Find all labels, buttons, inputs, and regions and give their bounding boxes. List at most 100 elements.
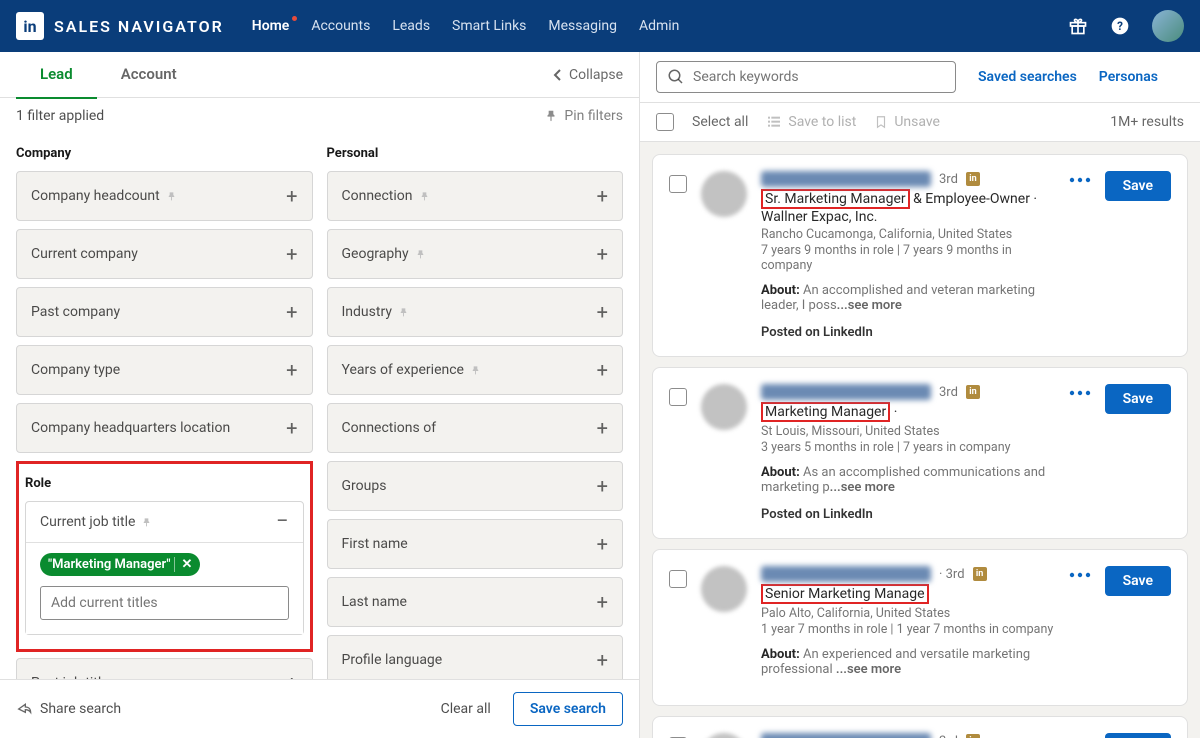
filter-item[interactable]: Connection+ bbox=[327, 171, 624, 221]
expand-icon: + bbox=[597, 416, 608, 440]
share-search-button[interactable]: Share search bbox=[16, 701, 121, 717]
unsave-label: Unsave bbox=[894, 114, 940, 130]
nav-messaging[interactable]: Messaging bbox=[548, 18, 617, 34]
pin-icon bbox=[419, 191, 431, 202]
posted-label[interactable]: Posted on LinkedIn bbox=[761, 507, 1055, 522]
connection-degree: 3rd bbox=[939, 385, 958, 400]
search-input[interactable] bbox=[693, 69, 945, 85]
result-location: St Louis, Missouri, United States bbox=[761, 424, 1055, 439]
collapse-button[interactable]: Collapse bbox=[553, 67, 623, 83]
result-name[interactable] bbox=[761, 566, 931, 582]
filter-label: Years of experience bbox=[342, 362, 464, 378]
personas-link[interactable]: Personas bbox=[1099, 69, 1158, 85]
filter-item[interactable]: First name+ bbox=[327, 519, 624, 569]
filter-item[interactable]: Last name+ bbox=[327, 577, 624, 627]
expand-icon: + bbox=[597, 648, 608, 672]
tab-account[interactable]: Account bbox=[97, 51, 201, 99]
filter-label: Industry bbox=[342, 304, 392, 320]
more-actions-button[interactable] bbox=[1069, 384, 1091, 396]
result-checkbox[interactable] bbox=[669, 388, 687, 406]
save-button[interactable]: Save bbox=[1105, 171, 1171, 201]
result-card: 3rdinSr. Marketing Manager & Employee-Ow… bbox=[652, 154, 1188, 357]
filter-item[interactable]: Past job title+ bbox=[16, 658, 313, 679]
result-tenure: 1 year 7 months in role | 1 year 7 month… bbox=[761, 622, 1055, 637]
unsave-button[interactable]: Unsave bbox=[874, 114, 940, 130]
result-name[interactable] bbox=[761, 733, 931, 738]
pin-filters-button[interactable]: Pin filters bbox=[544, 108, 623, 124]
save-to-list-button[interactable]: Save to list bbox=[766, 114, 856, 130]
filter-label: Last name bbox=[342, 594, 407, 610]
more-actions-button[interactable] bbox=[1069, 566, 1091, 578]
result-tenure: 7 years 9 months in role | 7 years 9 mon… bbox=[761, 243, 1055, 273]
result-avatar[interactable] bbox=[701, 733, 747, 738]
save-button[interactable]: Save bbox=[1105, 733, 1171, 738]
filter-item[interactable]: Years of experience + bbox=[327, 345, 624, 395]
pin-icon bbox=[166, 191, 178, 202]
top-nav: in SALES NAVIGATOR HomeAccountsLeadsSmar… bbox=[0, 0, 1200, 52]
connection-degree: · 3rd bbox=[939, 567, 965, 582]
result-card: 3rdinGrowth Marketing Manager ·Raleigh, … bbox=[652, 716, 1188, 738]
result-avatar[interactable] bbox=[701, 384, 747, 430]
more-actions-button[interactable] bbox=[1069, 171, 1091, 183]
pin-icon bbox=[141, 517, 153, 528]
linkedin-badge-icon: in bbox=[966, 734, 980, 738]
select-all-label[interactable]: Select all bbox=[692, 114, 748, 130]
filter-item[interactable]: Profile language+ bbox=[327, 635, 624, 679]
saved-searches-link[interactable]: Saved searches bbox=[978, 69, 1077, 85]
notification-dot bbox=[292, 16, 297, 21]
gift-icon[interactable] bbox=[1068, 16, 1088, 36]
help-icon[interactable]: ? bbox=[1110, 16, 1130, 36]
filter-pane: Lead Account Collapse 1 filter applied P… bbox=[0, 52, 640, 738]
expand-icon: + bbox=[286, 671, 297, 679]
see-more-link[interactable]: ...see more bbox=[830, 480, 895, 495]
filter-item[interactable]: Geography+ bbox=[327, 229, 624, 279]
filter-item[interactable]: Connections of + bbox=[327, 403, 624, 453]
expand-icon: + bbox=[597, 358, 608, 382]
filter-current-job-title[interactable]: Current job title − "Marketing Manager" … bbox=[25, 501, 304, 635]
save-button[interactable]: Save bbox=[1105, 384, 1171, 414]
select-all-checkbox[interactable] bbox=[656, 113, 674, 131]
more-actions-button[interactable] bbox=[1069, 733, 1091, 738]
filter-item[interactable]: Current company+ bbox=[16, 229, 313, 279]
expand-icon: + bbox=[597, 242, 608, 266]
search-icon bbox=[667, 68, 685, 86]
result-checkbox[interactable] bbox=[669, 175, 687, 193]
filter-item[interactable]: Company headcount+ bbox=[16, 171, 313, 221]
result-avatar[interactable] bbox=[701, 171, 747, 217]
chip-remove-icon[interactable]: ✕ bbox=[174, 557, 192, 572]
result-checkbox[interactable] bbox=[669, 570, 687, 588]
filter-item[interactable]: Groups+ bbox=[327, 461, 624, 511]
section-personal: Personal bbox=[327, 146, 624, 161]
pin-icon bbox=[398, 307, 410, 318]
nav-leads[interactable]: Leads bbox=[392, 18, 430, 34]
linkedin-logo[interactable]: in bbox=[16, 12, 44, 40]
nav-accounts[interactable]: Accounts bbox=[311, 18, 370, 34]
user-avatar[interactable] bbox=[1152, 10, 1184, 42]
save-search-button[interactable]: Save search bbox=[513, 692, 623, 726]
save-button[interactable]: Save bbox=[1105, 566, 1171, 596]
filter-item[interactable]: Company headquarters location+ bbox=[16, 403, 313, 453]
filter-label: Connections of bbox=[342, 420, 437, 436]
results-pane: Saved searches Personas Select all Save … bbox=[640, 52, 1200, 738]
result-name[interactable] bbox=[761, 171, 931, 187]
tab-lead[interactable]: Lead bbox=[16, 51, 97, 99]
pin-filters-label: Pin filters bbox=[564, 108, 623, 124]
nav-home[interactable]: Home bbox=[252, 18, 290, 34]
add-titles-input[interactable] bbox=[40, 586, 289, 620]
filter-item[interactable]: Company type+ bbox=[16, 345, 313, 395]
nav-admin[interactable]: Admin bbox=[639, 18, 679, 34]
filter-item[interactable]: Past company+ bbox=[16, 287, 313, 337]
result-name[interactable] bbox=[761, 384, 931, 400]
clear-all-button[interactable]: Clear all bbox=[431, 693, 501, 725]
filter-chip[interactable]: "Marketing Manager" ✕ bbox=[40, 553, 200, 576]
result-avatar[interactable] bbox=[701, 566, 747, 612]
posted-label[interactable]: Posted on LinkedIn bbox=[761, 325, 1055, 340]
result-location: Palo Alto, California, United States bbox=[761, 606, 1055, 621]
nav-smart-links[interactable]: Smart Links bbox=[452, 18, 526, 34]
filter-item[interactable]: Industry+ bbox=[327, 287, 624, 337]
see-more-link[interactable]: ...see more bbox=[837, 298, 902, 313]
search-box[interactable] bbox=[656, 61, 956, 93]
expand-icon: + bbox=[286, 242, 297, 266]
see-more-link[interactable]: ...see more bbox=[836, 662, 901, 677]
result-card: · 3rdinSenior Marketing ManagePalo Alto,… bbox=[652, 549, 1188, 706]
